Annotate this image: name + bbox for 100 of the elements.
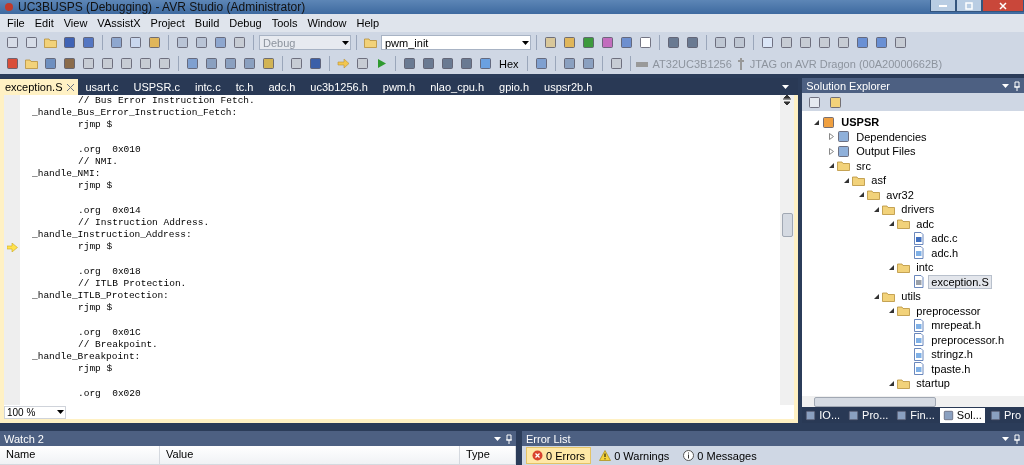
toolbar-button[interactable] [797, 34, 814, 51]
tree-item[interactable]: stringz.h [928, 347, 976, 362]
collapsed-arrow-icon[interactable] [827, 147, 835, 155]
tree-item[interactable]: preprocessor [913, 303, 984, 318]
toolbar-button[interactable] [222, 55, 239, 72]
toolbar-button[interactable] [816, 34, 833, 51]
toolbar-button[interactable] [477, 55, 494, 72]
filter-button[interactable]: 0 Messages [677, 447, 763, 464]
panel-tab[interactable]: Pro [986, 407, 1024, 423]
toolbar-button[interactable] [212, 34, 229, 51]
menu-item[interactable]: Debug [224, 17, 267, 29]
menu-item[interactable]: VAssistX [92, 17, 146, 29]
toolbar-button[interactable] [835, 34, 852, 51]
toolbar-button[interactable] [42, 55, 59, 72]
caret-icon[interactable] [493, 436, 501, 441]
caret-icon[interactable] [781, 84, 789, 89]
caret-icon[interactable] [1001, 83, 1009, 88]
toolbar-button[interactable] [231, 34, 248, 51]
toolbar-button[interactable] [759, 34, 776, 51]
toolbar-button[interactable] [61, 55, 78, 72]
toolbar-button[interactable] [684, 34, 701, 51]
expanded-arrow-icon[interactable] [842, 176, 850, 184]
expanded-arrow-icon[interactable] [857, 191, 865, 199]
document-tab[interactable]: tc.h [230, 79, 262, 95]
toolbar-button[interactable] [184, 55, 201, 72]
toolbar-button[interactable] [156, 55, 173, 72]
expanded-arrow-icon[interactable] [872, 205, 880, 213]
menu-item[interactable]: View [58, 17, 93, 29]
pin-icon[interactable] [506, 433, 512, 444]
toolbar-button[interactable] [23, 34, 40, 51]
tree-item[interactable]: adc.c [928, 231, 961, 246]
toolbar-button[interactable] [137, 55, 154, 72]
scrollbar-thumb[interactable] [781, 213, 793, 237]
toolbar-button[interactable] [307, 55, 324, 72]
toolbar-button[interactable] [542, 34, 559, 51]
caret-icon[interactable] [56, 410, 64, 414]
tree-item[interactable]: Dependencies [853, 129, 930, 144]
toolbar-button[interactable] [778, 34, 795, 51]
toolbar-button[interactable] [665, 34, 682, 51]
expanded-arrow-icon[interactable] [887, 307, 895, 315]
toolbar-button[interactable] [118, 55, 135, 72]
tree-item[interactable]: drivers [898, 202, 938, 217]
hex-button[interactable]: Hex [496, 55, 522, 72]
tree-item[interactable]: startup [913, 376, 953, 391]
toolbar-button[interactable] [637, 34, 654, 51]
expanded-arrow-icon[interactable] [812, 118, 820, 126]
panel-tab[interactable]: Fin... [893, 407, 938, 423]
tree-item[interactable]: adc [913, 216, 937, 231]
tree-item[interactable]: USPSR [838, 115, 883, 130]
toolbar-button[interactable] [354, 55, 371, 72]
toolbar-button[interactable] [401, 55, 418, 72]
tree-item[interactable]: asf [868, 173, 889, 188]
expanded-arrow-icon[interactable] [872, 292, 880, 300]
document-tab[interactable]: exception.S [0, 79, 79, 95]
expanded-arrow-icon[interactable] [887, 263, 895, 271]
filter-button[interactable]: 0 Warnings [593, 447, 676, 464]
close-button[interactable] [982, 0, 1024, 12]
toolbar-button[interactable] [712, 34, 729, 51]
toolbar-button[interactable] [618, 34, 635, 51]
document-tab[interactable]: usart.c [80, 79, 127, 95]
tree-item[interactable]: adc.h [928, 245, 962, 260]
toolbar-button[interactable] [288, 55, 305, 72]
toolbar-button[interactable] [599, 34, 616, 51]
tree-item[interactable]: preprocessor.h [928, 332, 1008, 347]
filter-button[interactable]: 0 Errors [526, 447, 592, 464]
document-tab[interactable]: nlao_cpu.h [425, 79, 493, 95]
toolbar-button[interactable] [458, 55, 475, 72]
column-header[interactable]: Type [460, 446, 516, 465]
toolbar-button[interactable] [561, 34, 578, 51]
tree-item[interactable]: avr32 [883, 187, 917, 202]
toolbar-button[interactable] [146, 34, 163, 51]
maximize-button[interactable] [956, 0, 982, 12]
column-header[interactable]: Value [160, 446, 460, 465]
toolbar-button[interactable] [80, 34, 97, 51]
find-combo-box[interactable]: pwm_init [381, 35, 531, 50]
pin-icon[interactable] [1014, 433, 1020, 444]
menu-item[interactable]: Tools [266, 17, 303, 29]
toolbar-button[interactable] [873, 34, 890, 51]
document-tab[interactable]: intc.c [189, 79, 229, 95]
panel-tab[interactable]: Pro... [845, 407, 892, 423]
document-tab[interactable]: uspsr2b.h [539, 79, 601, 95]
close-icon[interactable] [67, 83, 75, 91]
zoom-dropdown[interactable]: 100 % [4, 405, 66, 419]
tree-item[interactable]: exception.S [928, 274, 992, 289]
toolbar-button[interactable] [241, 55, 258, 72]
split-icon[interactable] [783, 95, 792, 105]
menu-item[interactable]: Help [351, 17, 385, 29]
caret-icon[interactable] [1001, 436, 1009, 441]
document-tab[interactable]: uc3b1256.h [305, 79, 376, 95]
menu-item[interactable]: Edit [29, 17, 59, 29]
panel-tab[interactable]: IO... [802, 407, 844, 423]
menu-item[interactable]: Project [145, 17, 190, 29]
collapsed-arrow-icon[interactable] [827, 133, 835, 141]
toolbar-button[interactable] [854, 34, 871, 51]
minimize-button[interactable] [930, 0, 956, 12]
toolbar-button[interactable] [99, 55, 116, 72]
toolbar-button[interactable] [193, 34, 210, 51]
toolbar-button[interactable] [580, 34, 597, 51]
toolbar-button[interactable] [4, 34, 21, 51]
toolbar-button[interactable] [731, 34, 748, 51]
